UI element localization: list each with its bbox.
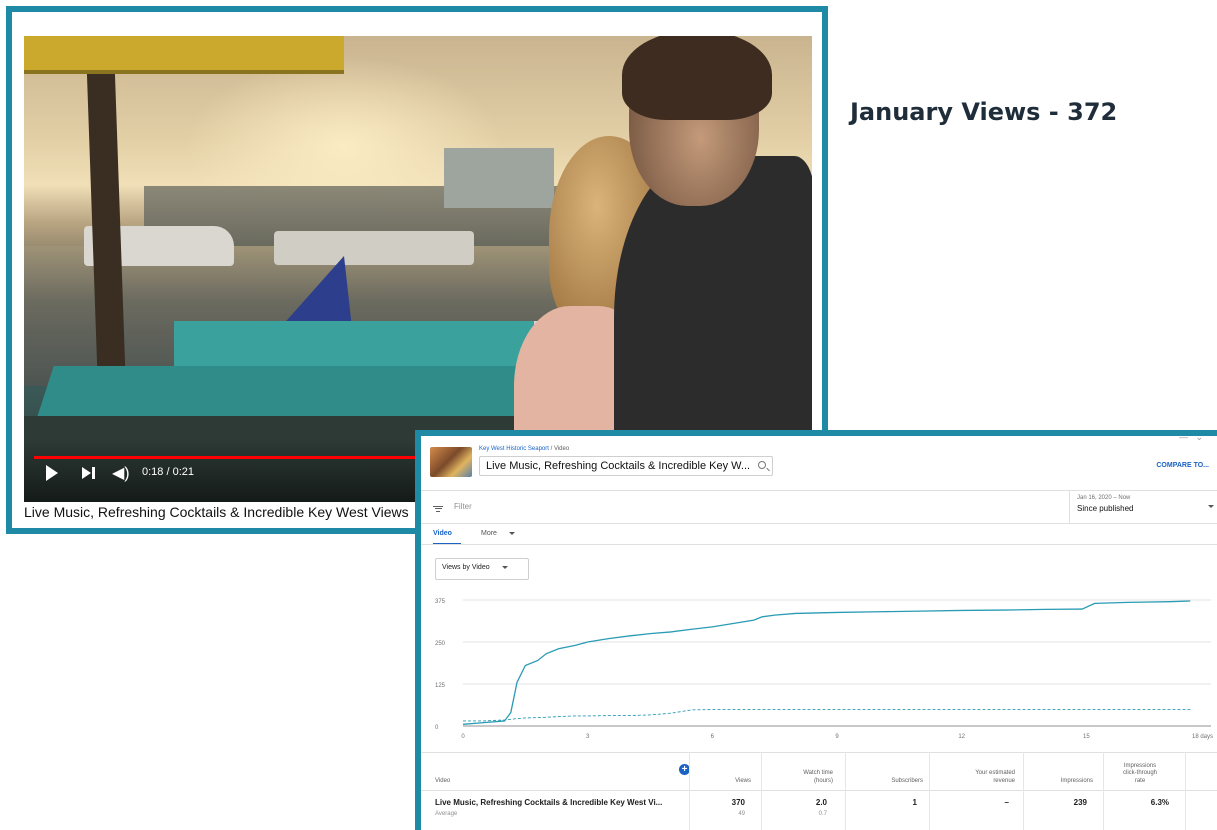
cell-views-average: 49	[738, 811, 745, 817]
date-range-sub: Jan 16, 2020 – Now	[1077, 495, 1131, 501]
cell-watch-time-average: 0.7	[818, 811, 827, 817]
date-range-main: Since published	[1077, 504, 1134, 513]
breadcrumb-page: Video	[553, 446, 570, 452]
col-header-impressions[interactable]: Impressions	[1023, 778, 1093, 786]
cell-ctr: 6.3%	[1150, 798, 1169, 807]
x-tick-label: 6	[711, 734, 715, 740]
col-header-video: Video	[435, 778, 451, 785]
col-header-revenue[interactable]: Your estimated revenue	[935, 770, 1015, 786]
cell-subscribers: 1	[912, 798, 917, 807]
compare-button[interactable]: COMPARE TO...	[1156, 462, 1209, 469]
x-tick-label: 3	[586, 734, 590, 740]
metric-dropdown[interactable]: Views by Video	[435, 558, 529, 580]
x-tick-label: 15	[1083, 734, 1090, 740]
search-icon[interactable]	[758, 461, 766, 469]
analytics-panel: — ⌄ Key West Historic Seaport / Video Li…	[415, 430, 1217, 830]
cell-impressions: 239	[1073, 798, 1087, 807]
video-selector[interactable]: Live Music, Refreshing Cocktails & Incre…	[479, 456, 773, 476]
x-axis-end-label: 18 days	[1192, 734, 1213, 740]
video-selector-label: Live Music, Refreshing Cocktails & Incre…	[486, 460, 751, 472]
column-separator	[845, 752, 846, 830]
volume-icon[interactable]: ◀)	[112, 463, 130, 483]
video-thumbnail	[430, 447, 472, 477]
chevron-down-icon	[508, 531, 515, 535]
chevron-down-icon	[1208, 505, 1214, 508]
column-separator	[1023, 752, 1024, 830]
y-tick-label: 250	[435, 641, 446, 647]
time-display: 0:18 / 0:21	[142, 466, 194, 478]
views-series-line	[462, 600, 1191, 725]
awning	[24, 36, 344, 74]
chevron-down-icon	[501, 565, 508, 569]
divider	[421, 544, 1217, 545]
col-header-subscribers[interactable]: Subscribers	[853, 778, 923, 786]
tab-video[interactable]: Video	[433, 530, 461, 545]
x-tick-label: 12	[958, 734, 965, 740]
header-icons: — ⌄	[1178, 432, 1203, 442]
breadcrumb-separator: /	[550, 446, 553, 452]
divider	[421, 790, 1217, 791]
column-separator	[929, 752, 930, 830]
breadcrumb: Key West Historic Seaport / Video	[479, 446, 569, 452]
y-tick-label: 0	[435, 725, 439, 731]
marina-building	[444, 148, 554, 208]
table-header: Video Views Watch time (hours) Subscribe…	[421, 752, 1217, 790]
column-separator	[1185, 752, 1186, 830]
man-figure-hair	[622, 36, 772, 120]
x-tick-label: 0	[461, 734, 465, 740]
x-tick-label: 9	[835, 734, 839, 740]
column-separator	[761, 752, 762, 830]
cell-views: 370	[731, 798, 745, 807]
tab-more[interactable]: More	[481, 530, 515, 537]
row-average-label: Average	[435, 811, 458, 817]
next-icon[interactable]	[82, 465, 98, 481]
breadcrumb-channel-link[interactable]: Key West Historic Seaport	[479, 446, 549, 452]
y-tick-label: 125	[435, 683, 446, 689]
filter-input[interactable]: Filter	[454, 502, 472, 511]
page-heading: January Views - 372	[850, 98, 1118, 126]
column-separator	[1103, 752, 1104, 830]
tab-more-label: More	[481, 530, 497, 537]
date-range-picker[interactable]: Jan 16, 2020 – Now Since published	[1069, 491, 1217, 523]
cell-watch-time: 2.0	[815, 798, 827, 807]
cell-revenue: –	[1004, 798, 1009, 807]
video-title: Live Music, Refreshing Cocktails & Incre…	[24, 504, 409, 520]
col-header-views[interactable]: Views	[691, 778, 751, 786]
column-separator	[689, 752, 690, 830]
average-series-line	[463, 709, 1191, 722]
views-chart: 0 125 250 375 0 3 6 9 12 15 18 days	[435, 599, 1213, 740]
y-tick-label: 375	[435, 599, 446, 605]
divider	[421, 523, 1217, 524]
col-header-ctr[interactable]: Impressions click-through rate	[1105, 763, 1175, 786]
row-video-title[interactable]: Live Music, Refreshing Cocktails & Incre…	[435, 798, 683, 807]
filter-icon[interactable]	[433, 504, 443, 514]
col-header-watch-time[interactable]: Watch time (hours)	[763, 770, 833, 786]
play-icon[interactable]	[46, 465, 58, 481]
metric-dropdown-label: Views by Video	[442, 564, 490, 571]
